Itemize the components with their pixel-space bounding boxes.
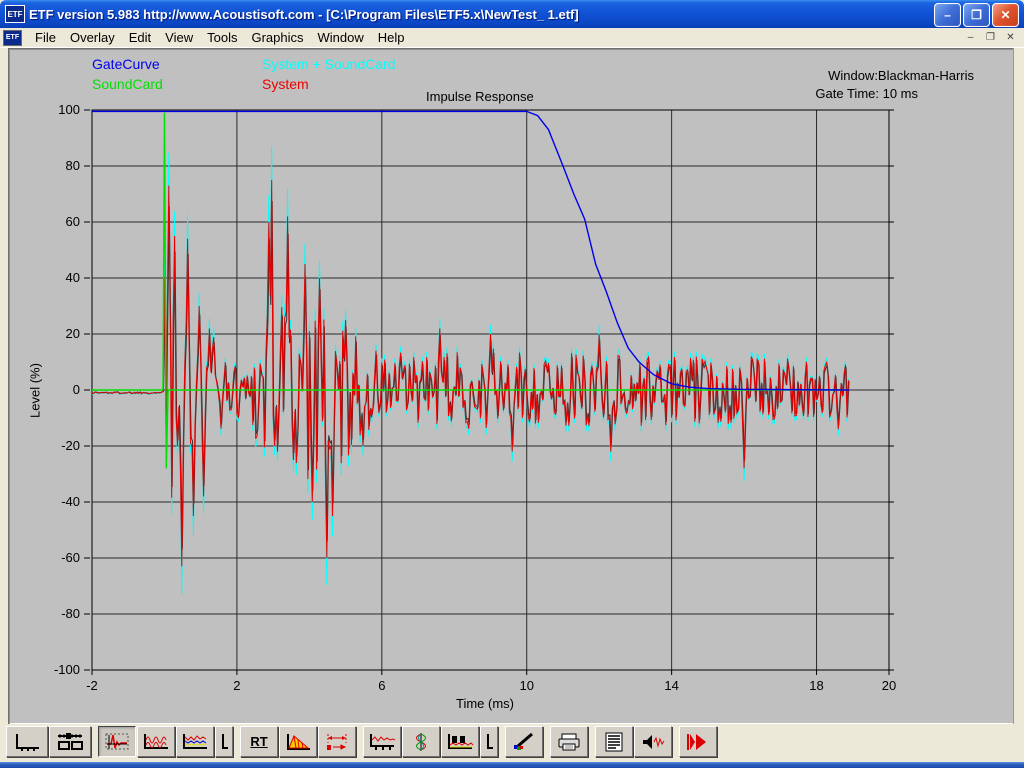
left-border-strip [0, 48, 8, 724]
toolbar-button-brush[interactable] [505, 726, 543, 757]
brush-icon [510, 732, 538, 752]
toolbar-button-multiwave[interactable] [176, 726, 214, 757]
y-tick-label: 0 [44, 382, 80, 397]
app-window: ETF ETF version 5.983 http://www.Acousti… [0, 0, 1024, 768]
window-bottom-border [0, 762, 1024, 768]
play-icon [684, 732, 712, 752]
menu-item-overlay[interactable]: Overlay [63, 28, 122, 47]
y-tick-label: 60 [44, 214, 80, 229]
toolbar-button-play[interactable] [679, 726, 717, 757]
gatecurve [92, 111, 849, 390]
app-icon: ETF [5, 5, 25, 23]
chart-panel: GateCurve SoundCard System + SoundCard S… [8, 48, 1014, 724]
chart-title: Impulse Response [426, 89, 534, 104]
window-title: ETF version 5.983 http://www.Acoustisoft… [29, 7, 579, 22]
impulse-response-plot [8, 48, 1014, 724]
y-tick-label: -80 [44, 606, 80, 621]
document-icon [600, 732, 628, 752]
toolbar-button-phase[interactable] [402, 726, 440, 757]
boxwave-icon [446, 732, 474, 752]
y-tick-label: -40 [44, 494, 80, 509]
toolbar-button-corner-5[interactable] [215, 726, 233, 757]
multiwave-icon [181, 732, 209, 752]
system-soundcard-curve [92, 146, 848, 594]
x-axis-label: Time (ms) [456, 696, 514, 711]
toolbar-button-printer[interactable] [550, 726, 588, 757]
y-axis-label: Level (%) [28, 356, 43, 426]
x-tick-label: 6 [367, 678, 397, 693]
sines-icon [142, 732, 170, 752]
y-tick-label: 100 [44, 102, 80, 117]
x-tick-label: 14 [657, 678, 687, 693]
corner-icon [219, 732, 229, 752]
x-tick-label: 18 [802, 678, 832, 693]
system-curve [92, 180, 848, 566]
toolbar-button-corner-12[interactable] [480, 726, 498, 757]
y-tick-label: -100 [44, 662, 80, 677]
y-tick-label: 80 [44, 158, 80, 173]
toolbar-button-rt[interactable]: RT [240, 726, 278, 757]
mdi-close-button[interactable]: ✕ [1001, 29, 1020, 46]
minimize-button[interactable]: – [934, 3, 961, 27]
menu-item-file[interactable]: File [28, 28, 63, 47]
legend-system-soundcard: System + SoundCard [262, 56, 395, 72]
right-border-strip [1013, 48, 1024, 724]
gatearrows-icon [323, 732, 351, 752]
phase-icon [407, 732, 435, 752]
toolbar-button-decay[interactable] [279, 726, 317, 757]
mdi-child-icon[interactable]: ETF [3, 30, 22, 46]
x-tick-label: 2 [222, 678, 252, 693]
window-function-label: Window:Blackman-Harris [828, 68, 974, 83]
mdi-restore-button[interactable]: ❐ [981, 29, 1000, 46]
toolbar: RT [0, 726, 1024, 760]
menu-item-help[interactable]: Help [371, 28, 412, 47]
legend-soundcard: SoundCard [92, 76, 163, 92]
speakerwave-icon [639, 732, 667, 752]
menu-item-tools[interactable]: Tools [200, 28, 244, 47]
waveaxis-icon [368, 732, 396, 752]
toolbar-button-levels[interactable] [49, 726, 91, 757]
toolbar-button-sines[interactable] [137, 726, 175, 757]
axes-icon [13, 732, 41, 752]
legend-system: System [262, 76, 309, 92]
x-tick-label: -2 [77, 678, 107, 693]
menu-item-edit[interactable]: Edit [122, 28, 158, 47]
toolbar-button-axes[interactable] [6, 726, 48, 757]
decay-icon [284, 732, 312, 752]
restore-button[interactable]: ❐ [963, 3, 990, 27]
gate-time-label: Gate Time: 10 ms [815, 86, 918, 101]
y-tick-label: -20 [44, 438, 80, 453]
rt-icon: RT [250, 734, 267, 749]
corner-icon [484, 732, 494, 752]
toolbar-button-impulse[interactable] [98, 726, 136, 757]
toolbar-button-waveaxis[interactable] [363, 726, 401, 757]
toolbar-button-boxwave[interactable] [441, 726, 479, 757]
close-button[interactable]: ✕ [992, 3, 1019, 27]
menu-bar: ETF FileOverlayEditViewToolsGraphicsWind… [0, 28, 1024, 48]
toolbar-button-gatearrows[interactable] [318, 726, 356, 757]
x-tick-label: 20 [874, 678, 904, 693]
menu-item-graphics[interactable]: Graphics [244, 28, 310, 47]
title-bar[interactable]: ETF ETF version 5.983 http://www.Acousti… [0, 0, 1024, 28]
levels-icon [56, 732, 84, 752]
x-tick-label: 10 [512, 678, 542, 693]
y-tick-label: 20 [44, 326, 80, 341]
menu-item-view[interactable]: View [158, 28, 200, 47]
impulse-icon [103, 732, 131, 752]
y-tick-label: 40 [44, 270, 80, 285]
printer-icon [555, 732, 583, 752]
toolbar-button-speakerwave[interactable] [634, 726, 672, 757]
mdi-minimize-button[interactable]: – [961, 29, 980, 46]
legend-gatecurve: GateCurve [92, 56, 160, 72]
toolbar-button-document[interactable] [595, 726, 633, 757]
menu-item-window[interactable]: Window [311, 28, 371, 47]
y-tick-label: -60 [44, 550, 80, 565]
